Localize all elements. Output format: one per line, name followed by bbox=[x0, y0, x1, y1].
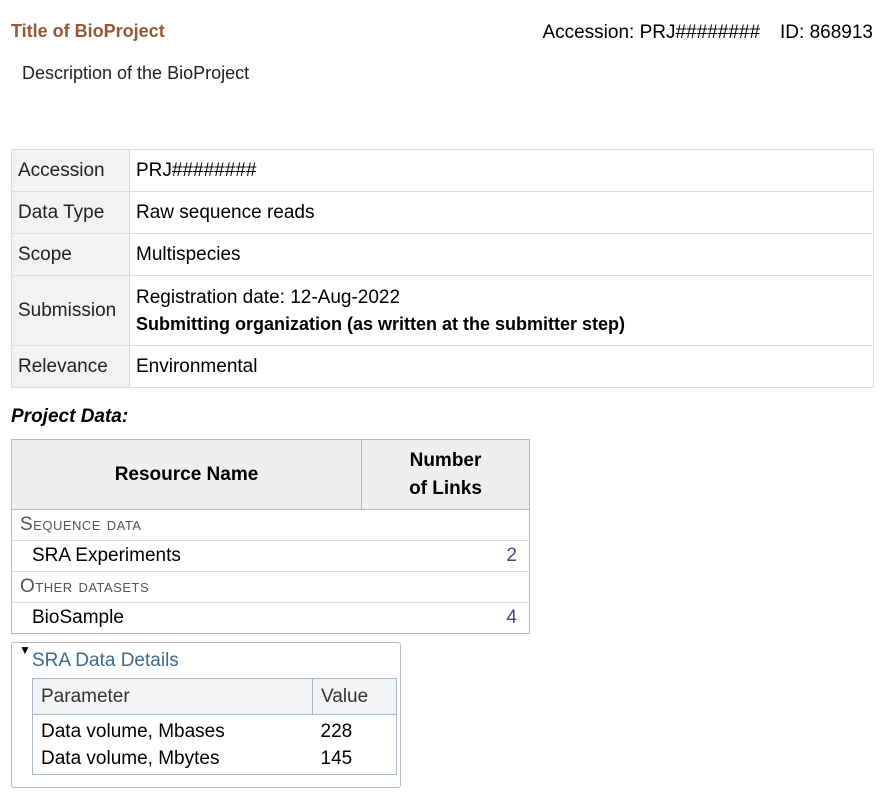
summary-value: PRJ######## bbox=[129, 149, 874, 192]
parameter-cell: Data volume, Mbytes bbox=[41, 748, 220, 770]
category-row-sequence-data: Sequence data bbox=[11, 509, 530, 541]
table-row: Data volume, Mbases 228 bbox=[33, 715, 397, 745]
value-cell: 228 bbox=[320, 720, 353, 742]
summary-row-scope: Scope Multispecies bbox=[11, 233, 874, 276]
summary-row-data-type: Data Type Raw sequence reads bbox=[11, 191, 874, 234]
submitting-organization: Submitting organization (as written at t… bbox=[136, 313, 626, 334]
number-of-links-header: Number of Links bbox=[361, 439, 530, 510]
resource-name-header: Resource Name bbox=[11, 439, 362, 510]
table-row: Data volume, Mbytes 145 bbox=[33, 745, 397, 775]
project-data-heading: Project Data: bbox=[11, 406, 129, 427]
summary-row-relevance: Relevance Environmental bbox=[11, 345, 874, 388]
id-label: ID: 868913 bbox=[780, 22, 873, 43]
links-header-line1: Number bbox=[409, 449, 482, 471]
summary-label: Accession bbox=[11, 149, 130, 192]
table-row: BioSample 4 bbox=[11, 602, 530, 634]
summary-row-submission: Submission Registration date: 12-Aug-202… bbox=[11, 275, 874, 346]
project-title: Title of BioProject bbox=[11, 21, 165, 41]
sra-details-panel: ▼ SRA Data Details Parameter Value Data … bbox=[11, 642, 401, 788]
resource-name: BioSample bbox=[11, 602, 362, 634]
biosample-link[interactable]: 4 bbox=[361, 602, 530, 634]
summary-value: Multispecies bbox=[129, 233, 874, 276]
accession-id-line: Accession: PRJ######## ID: 868913 bbox=[542, 22, 873, 44]
links-header-line2: of Links bbox=[409, 477, 482, 499]
category-label: Sequence data bbox=[11, 509, 530, 541]
parameter-header: Parameter bbox=[32, 678, 313, 715]
summary-label: Relevance bbox=[11, 345, 130, 388]
summary-label: Submission bbox=[11, 275, 130, 346]
summary-row-accession: Accession PRJ######## bbox=[11, 149, 874, 192]
resource-name: SRA Experiments bbox=[11, 540, 362, 572]
sra-experiments-link[interactable]: 2 bbox=[361, 540, 530, 572]
category-row-other-datasets: Other datasets bbox=[11, 571, 530, 603]
value-cell: 145 bbox=[320, 748, 353, 770]
summary-label: Data Type bbox=[11, 191, 130, 234]
accession-label: Accession: PRJ######## bbox=[542, 22, 761, 43]
sra-details-toggle[interactable]: SRA Data Details bbox=[32, 650, 179, 672]
table-row: SRA Experiments 2 bbox=[11, 540, 530, 572]
summary-label: Scope bbox=[11, 233, 130, 276]
registration-date: Registration date: 12-Aug-2022 bbox=[136, 286, 401, 308]
sra-header-row: Parameter Value bbox=[32, 678, 397, 715]
triangle-down-icon[interactable]: ▼ bbox=[19, 643, 31, 657]
summary-value: Environmental bbox=[129, 345, 874, 388]
summary-table: Accession PRJ######## Data Type Raw sequ… bbox=[11, 149, 874, 388]
project-data-table: Resource Name Number of Links Sequence d… bbox=[11, 439, 530, 634]
project-data-header-row: Resource Name Number of Links bbox=[11, 439, 530, 510]
project-description: Description of the BioProject bbox=[22, 63, 250, 83]
sra-details-table: Parameter Value Data volume, Mbases 228 … bbox=[32, 678, 397, 775]
parameter-cell: Data volume, Mbases bbox=[41, 720, 225, 742]
summary-value: Raw sequence reads bbox=[129, 191, 874, 234]
summary-value: Registration date: 12-Aug-2022 Submittin… bbox=[129, 275, 874, 346]
value-header: Value bbox=[312, 678, 397, 715]
category-label: Other datasets bbox=[11, 571, 530, 603]
